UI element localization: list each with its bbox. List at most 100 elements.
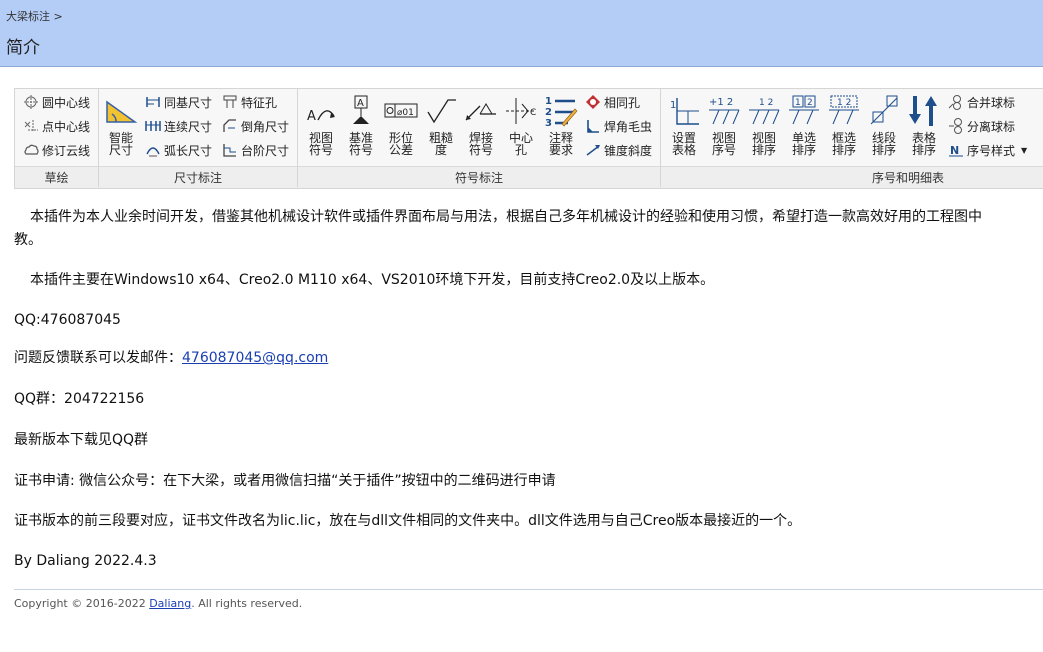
- smart-dimension-icon: [106, 100, 138, 123]
- number-style-dropdown[interactable]: N 序号样式 ▼: [948, 139, 1027, 161]
- table-sort-button[interactable]: 表格 排序: [905, 91, 943, 165]
- view-sort-label-2: 排序: [751, 143, 776, 157]
- set-table-label-2: 表格: [671, 143, 696, 157]
- daliang-link[interactable]: Daliang: [149, 597, 191, 610]
- revision-cloud-label: 修订云线: [42, 143, 91, 158]
- group-label-symbol: 符号标注: [454, 171, 503, 185]
- weld-caterpillar-label: 焊角毛虫: [604, 119, 653, 134]
- svg-text:1 2: 1 2: [837, 98, 851, 108]
- svg-text:⌀01: ⌀01: [397, 108, 414, 118]
- weld-symbol-icon: [465, 103, 496, 121]
- taper-slope-label: 锥度斜度: [604, 143, 653, 158]
- feature-hole-icon: [222, 94, 238, 110]
- single-sort-label-2: 排序: [791, 143, 816, 157]
- weld-caterpillar-icon: [585, 118, 601, 134]
- point-centerline-button[interactable]: 点中心线: [23, 115, 90, 137]
- split-balloon-button[interactable]: 分离球标: [948, 115, 1015, 137]
- point-centerline-label: 点中心线: [42, 119, 91, 134]
- revision-cloud-button[interactable]: 修订云线: [23, 139, 90, 161]
- taper-slope-icon: [585, 142, 601, 158]
- note-requirement-label-2: 要求: [548, 143, 573, 157]
- table-sort-icon: [909, 96, 937, 126]
- same-hole-button[interactable]: 相同孔: [585, 91, 640, 113]
- gtol-label-2: 公差: [388, 143, 413, 157]
- svg-text:3: 3: [545, 118, 552, 128]
- qq-number: QQ:476087045: [14, 312, 121, 328]
- footer-divider: [14, 589, 1043, 590]
- weld-symbol-label-2: 符号: [468, 143, 493, 157]
- view-sort-button[interactable]: 1 2 视图 排序: [745, 91, 783, 165]
- svg-text:A: A: [357, 98, 364, 109]
- step-dimension-button[interactable]: 台阶尺寸: [222, 139, 289, 161]
- svg-text:2: 2: [807, 98, 813, 108]
- baseline-dimension-label: 同基尺寸: [164, 95, 213, 110]
- feedback-label: 问题反馈联系可以发邮件：: [14, 350, 182, 366]
- chamfer-icon: [222, 118, 238, 134]
- intro-paragraph-1: 本插件为本人业余时间开发，借鉴其他机械设计软件或插件界面布局与用法，根据自己多年…: [30, 209, 982, 225]
- segment-sort-button[interactable]: 线段 排序: [865, 91, 903, 165]
- gtol-icon: ⌀01: [384, 103, 418, 118]
- chamfer-dimension-label: 倒角尺寸: [241, 119, 290, 134]
- merge-balloon-icon: [948, 94, 964, 110]
- footer-copyright: Copyright © 2016-2022 Daliang. All right…: [14, 597, 302, 610]
- certificate-apply-note: 证书申请: 微信公众号：在下大梁，或者用微信扫描“关于插件”按钮中的二维码进行申…: [14, 473, 556, 489]
- svg-text:1: 1: [670, 100, 676, 111]
- same-hole-icon: [585, 94, 601, 110]
- svg-text:1: 1: [545, 96, 552, 107]
- certificate-version-note: 证书版本的前三段要对应，证书文件改名为lic.lic，放在与dll文件相同的文件…: [14, 513, 802, 529]
- group-label-dimension: 尺寸标注: [173, 171, 222, 185]
- center-hole-icon: C: [506, 98, 536, 124]
- set-table-button[interactable]: 1 设置 表格: [665, 91, 703, 165]
- author-line: By Daliang 2022.4.3: [14, 553, 157, 569]
- view-symbol-label-2: 符号: [308, 143, 333, 157]
- svg-text:1 2: 1 2: [759, 98, 773, 108]
- roughness-label-2: 度: [434, 143, 447, 157]
- taper-slope-button[interactable]: 锥度斜度: [585, 139, 652, 161]
- note-requirement-button[interactable]: 123 注释 要求: [542, 91, 580, 165]
- number-style-icon: N: [948, 142, 964, 158]
- chevron-down-icon: ▼: [1021, 145, 1028, 155]
- view-number-button[interactable]: +1 2 视图 序号: [705, 91, 743, 165]
- svg-text:1: 1: [795, 98, 801, 108]
- arc-length-icon: [145, 142, 161, 158]
- number-style-label: 序号样式: [967, 143, 1016, 158]
- page-header: 大梁标注 > 简介: [0, 0, 1043, 67]
- svg-text:A: A: [307, 109, 316, 124]
- weld-symbol-button[interactable]: 焊接 符号: [462, 91, 500, 165]
- chain-dimension-icon: [145, 118, 161, 134]
- intro-paragraph-2: 本插件主要在Windows10 x64、Creo2.0 M110 x64、VS2…: [30, 272, 715, 288]
- circle-centerline-label: 圆中心线: [42, 95, 91, 110]
- weld-caterpillar-button[interactable]: 焊角毛虫: [585, 115, 652, 137]
- same-hole-label: 相同孔: [604, 95, 641, 110]
- baseline-dimension-icon: [145, 94, 161, 110]
- gtol-button[interactable]: ⌀01 形位 公差: [382, 91, 420, 165]
- center-hole-button[interactable]: C 中心 孔: [502, 91, 540, 165]
- qq-group: QQ群：204722156: [14, 391, 145, 407]
- merge-balloon-label: 合并球标: [967, 95, 1016, 110]
- segment-sort-icon: [870, 95, 898, 125]
- smart-dimension-button[interactable]: 智能 尺寸: [103, 91, 139, 165]
- feature-hole-label: 特征孔: [241, 95, 278, 110]
- arc-length-dimension-button[interactable]: 弧长尺寸: [145, 139, 212, 161]
- table-sort-label-2: 排序: [911, 143, 936, 157]
- roughness-button[interactable]: 粗糙 度: [422, 91, 460, 165]
- svg-text:2: 2: [545, 107, 552, 118]
- view-number-icon: +1 2: [709, 97, 740, 125]
- baseline-dimension-button[interactable]: 同基尺寸: [145, 91, 212, 113]
- box-sort-button[interactable]: 1 2 框选 排序: [825, 91, 863, 165]
- circle-centerline-button[interactable]: 圆中心线: [23, 91, 90, 113]
- email-link[interactable]: 476087045@qq.com: [182, 350, 328, 366]
- chain-dimension-button[interactable]: 连续尺寸: [145, 115, 212, 137]
- svg-text:+1 2: +1 2: [709, 97, 733, 108]
- page-title: 简介: [6, 38, 40, 58]
- split-balloon-label: 分离球标: [967, 119, 1016, 134]
- breadcrumb[interactable]: 大梁标注 >: [6, 8, 63, 24]
- group-label-bom: 序号和明细表: [871, 171, 944, 185]
- single-sort-button[interactable]: 12 单选 排序: [785, 91, 823, 165]
- chamfer-dimension-button[interactable]: 倒角尺寸: [222, 115, 289, 137]
- datum-symbol-button[interactable]: A 基准 符号: [342, 91, 380, 165]
- step-dimension-label: 台阶尺寸: [241, 143, 290, 158]
- view-symbol-button[interactable]: A 视图 符号: [302, 91, 340, 165]
- feature-hole-button[interactable]: 特征孔: [222, 91, 277, 113]
- merge-balloon-button[interactable]: 合并球标: [948, 91, 1015, 113]
